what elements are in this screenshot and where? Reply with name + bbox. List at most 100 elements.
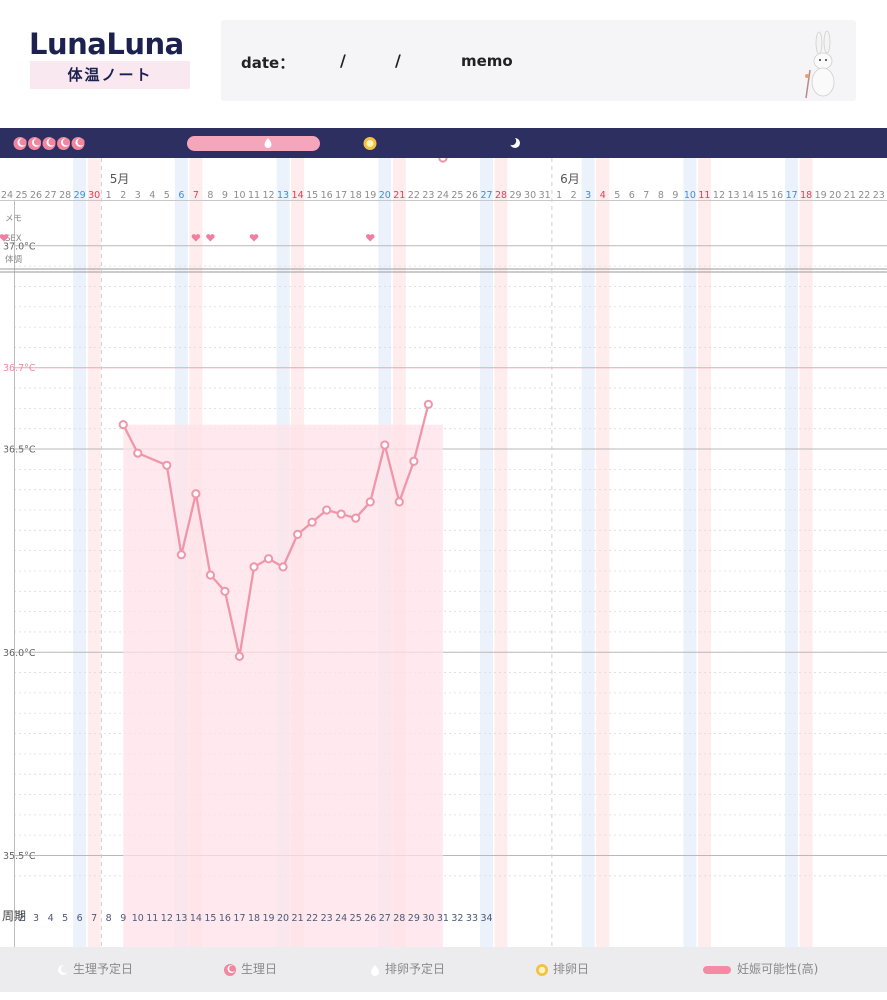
rabbit-mascot-icon <box>805 30 835 99</box>
fertile-high-icon <box>703 965 731 974</box>
temperature-point <box>394 497 404 507</box>
temperature-point <box>438 158 448 163</box>
day-label: 15 <box>757 190 769 201</box>
cycle-day-label: 10 <box>132 913 144 924</box>
weekend-band-sun <box>87 158 101 947</box>
day-label: 4 <box>149 190 155 201</box>
temperature-point <box>307 517 317 527</box>
row-label-condition: 体調 <box>5 254 22 265</box>
cycle-day-label: 26 <box>364 913 376 924</box>
day-label: 11 <box>698 190 710 201</box>
day-label: 10 <box>684 190 696 201</box>
temperature-point <box>322 505 332 515</box>
y-tick-label: 36.5°C <box>3 445 36 456</box>
cycle-day-label: 20 <box>277 913 289 924</box>
temperature-point <box>220 586 230 596</box>
cycle-day-label: 19 <box>262 913 274 924</box>
cycle-day-label: 5 <box>62 913 68 924</box>
y-tick-label: 36.0°C <box>3 648 36 659</box>
chart-legend: 生理予定日 生理日 排卵予定日 排卵日 妊娠可能性(高) <box>0 947 887 992</box>
cycle-day-label: 11 <box>146 913 158 924</box>
cycle-day-label: 9 <box>120 913 126 924</box>
day-label: 21 <box>844 190 856 201</box>
app-logo: LunaLuna <box>29 27 184 61</box>
period-expected-icon <box>58 964 69 975</box>
cycle-day-label: 29 <box>408 913 420 924</box>
temperature-point <box>205 570 216 580</box>
day-label: 10 <box>233 190 245 201</box>
cycle-day-label: 15 <box>204 913 216 924</box>
day-label: 4 <box>600 190 606 201</box>
legend-period: 生理日 <box>223 947 277 992</box>
app-header: LunaLuna 体温ノート date： / / memo <box>0 0 887 128</box>
day-label: 14 <box>742 190 754 201</box>
temperature-point <box>191 489 201 499</box>
day-label: 18 <box>800 190 812 201</box>
weekend-band-sat <box>785 158 799 947</box>
heart-icon <box>249 234 259 242</box>
day-label: 29 <box>510 190 522 201</box>
day-label: 5 <box>164 190 170 201</box>
weekend-band-sat <box>581 158 595 947</box>
heart-icon <box>365 234 375 242</box>
weekend-band-sat <box>683 158 697 947</box>
day-label: 25 <box>451 190 463 201</box>
cycle-day-label: 30 <box>422 913 434 924</box>
cycle-day-label: 27 <box>379 913 391 924</box>
temperature-point <box>162 460 172 470</box>
day-label: 22 <box>408 190 420 201</box>
day-label: 23 <box>873 190 885 201</box>
day-label: 21 <box>393 190 405 201</box>
cycle-day-label: 8 <box>106 913 112 924</box>
cycle-day-label: 33 <box>466 913 478 924</box>
day-label: 7 <box>193 190 199 201</box>
date-labels: 24 25 26 27 28 29 30 1 2 3 4 5 6 7 8 9 10 11 12 13 14 15 16 17 1… <box>1 190 885 201</box>
temperature-point <box>351 513 361 523</box>
cycle-day-label: 4 <box>48 913 54 924</box>
cycle-day-label: 25 <box>350 913 362 924</box>
date-memo-box[interactable]: date： / / memo <box>221 20 856 101</box>
weekend-band-sun <box>494 158 508 947</box>
cycle-day-label: 28 <box>393 913 405 924</box>
cycle-day-label: 14 <box>190 913 202 924</box>
cycle-day-label: 16 <box>219 913 231 924</box>
day-label: 31 <box>539 190 551 201</box>
day-label: 1 <box>106 190 112 201</box>
cycle-day-label: 2 <box>19 913 25 924</box>
day-label: 19 <box>364 190 376 201</box>
weekend-band-hol <box>73 158 87 947</box>
weekend-band-sun <box>697 158 711 947</box>
basal-temperature-chart: 24 25 26 27 28 29 30 1 2 3 4 5 6 7 8 9 10 11 12 13 14 15 16 17 1… <box>0 158 887 947</box>
memo-label: memo <box>461 52 513 70</box>
period-day-icons <box>13 137 85 150</box>
day-label: 15 <box>306 190 318 201</box>
day-label: 16 <box>771 190 783 201</box>
day-label: 9 <box>222 190 228 201</box>
y-axis-ticks: 37.0°C 36.7°C 36.5°C 36.0°C 35.5°C <box>3 241 36 862</box>
period-day-icon-inner <box>48 138 56 146</box>
day-label: 13 <box>277 190 289 201</box>
day-label: 2 <box>571 190 577 201</box>
weekend-band-sun <box>596 158 610 947</box>
day-label: 28 <box>495 190 507 201</box>
period-day-icon-inner <box>33 138 42 146</box>
period-day-icon-inner <box>62 138 71 146</box>
legend-fertile-high: 妊娠可能性(高) <box>703 947 818 992</box>
cycle-day-label: 17 <box>233 913 245 924</box>
row-label-memo: メモ <box>5 214 22 224</box>
day-label: 14 <box>292 190 304 201</box>
cycle-day-label: 34 <box>480 913 492 924</box>
day-label: 3 <box>585 190 591 201</box>
date-separator: / <box>395 51 401 70</box>
crescent-moon-icon <box>507 136 520 148</box>
day-label: 28 <box>59 190 71 201</box>
temperature-point <box>293 529 303 539</box>
day-label: 11 <box>248 190 260 201</box>
temperature-point <box>380 440 390 450</box>
cycle-day-label: 13 <box>175 913 187 924</box>
cycle-day-label: 12 <box>161 913 173 924</box>
day-label: 1 <box>556 190 562 201</box>
day-label: 18 <box>350 190 362 201</box>
legend-label: 生理日 <box>241 962 278 976</box>
day-label: 26 <box>30 190 42 201</box>
